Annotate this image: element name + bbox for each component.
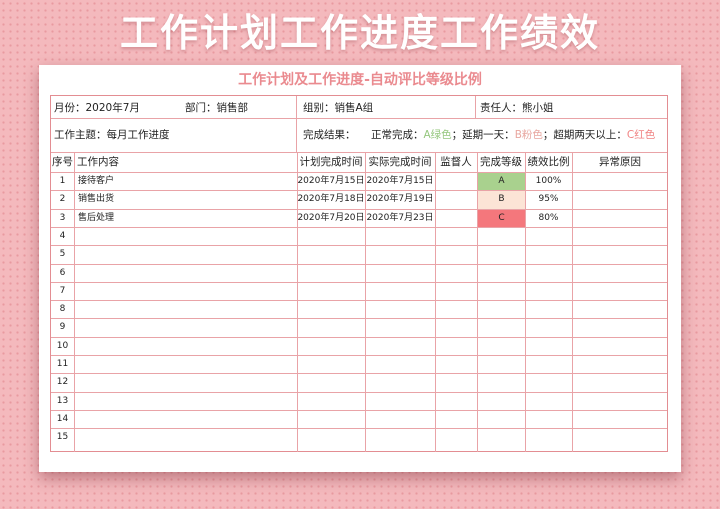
- actual-date-cell[interactable]: 2020年7月19日: [365, 190, 435, 208]
- header-6: 绩效比例: [527, 156, 570, 168]
- row-divider: [51, 336, 667, 338]
- header-2: 计划完成时间: [299, 156, 363, 168]
- row-number: 12: [56, 377, 69, 388]
- supervisor-cell[interactable]: [435, 190, 477, 208]
- row-divider: [51, 391, 667, 393]
- row-divider: [51, 118, 667, 119]
- completion-level-B[interactable]: B: [478, 191, 525, 209]
- header-7: 异常原因: [599, 156, 641, 168]
- plan-date-cell[interactable]: 2020年7月15日: [297, 172, 365, 190]
- row-number: 13: [56, 395, 69, 406]
- row-number: 4: [59, 230, 66, 241]
- row-number: 9: [59, 322, 66, 333]
- header-0: 序号: [52, 156, 73, 168]
- col-divider: [475, 96, 476, 118]
- work-content-cell[interactable]: 售后处理: [78, 209, 298, 227]
- row-number: 6: [59, 267, 66, 278]
- exception-reason-cell[interactable]: [572, 172, 668, 190]
- owner-cell[interactable]: 责任人：熊小姐: [480, 101, 554, 115]
- header-3: 实际完成时间: [368, 156, 432, 168]
- row-divider: [51, 409, 667, 411]
- header-5: 完成等级: [480, 156, 522, 168]
- completion-level-C[interactable]: C: [478, 209, 525, 227]
- plan-date-cell[interactable]: 2020年7月20日: [297, 209, 365, 227]
- actual-date-cell[interactable]: 2020年7月15日: [365, 172, 435, 190]
- delay-label: ；延期一天：: [451, 129, 515, 141]
- row-divider: [51, 318, 667, 320]
- completion-level-A[interactable]: A: [478, 173, 525, 191]
- result-label[interactable]: 完成结果：: [303, 128, 356, 142]
- row-number: 14: [56, 413, 69, 424]
- work-content-cell[interactable]: 销售出货: [78, 190, 298, 208]
- header-4: 监督人: [440, 156, 472, 168]
- row-number: 5: [59, 249, 66, 260]
- header-1: 工作内容: [77, 156, 119, 168]
- col-divider: [74, 152, 75, 452]
- row-number: 7: [59, 285, 66, 296]
- performance-ratio-cell[interactable]: 80%: [525, 209, 572, 227]
- group-cell[interactable]: 组别：销售A组: [303, 101, 373, 115]
- row-number: 1: [59, 176, 66, 186]
- row-number: 10: [56, 340, 69, 351]
- supervisor-cell[interactable]: [435, 209, 477, 227]
- performance-ratio-cell[interactable]: 95%: [525, 190, 572, 208]
- row-divider: [51, 300, 667, 302]
- row-number: 8: [59, 304, 66, 315]
- row-divider: [51, 355, 667, 356]
- row-number: 11: [56, 359, 69, 369]
- row-divider: [51, 373, 667, 375]
- row-divider: [51, 263, 667, 265]
- work-plan-table: 月份：2020年7月 部门：销售部 组别：销售A组 责任人：熊小姐 工作主题：每…: [50, 95, 668, 452]
- exception-reason-cell[interactable]: [572, 209, 668, 227]
- row-divider: [51, 226, 667, 228]
- exception-reason-cell[interactable]: [572, 190, 668, 208]
- normal-value: A绿色: [423, 129, 452, 141]
- spreadsheet: 工作计划及工作进度-自动评比等级比例 月份：2020年7月 部门：销售部 组别：…: [39, 65, 681, 472]
- supervisor-cell[interactable]: [435, 172, 477, 190]
- delay-value: B粉色: [514, 129, 543, 141]
- dept-cell[interactable]: 部门：销售部: [185, 101, 248, 115]
- banner-title: 工作计划工作进度工作绩效: [119, 11, 600, 55]
- work-content-cell[interactable]: 接待客户: [78, 172, 298, 190]
- row-divider: [51, 245, 667, 247]
- row-divider: [51, 281, 667, 283]
- row-divider: [51, 428, 667, 430]
- row-number: 15: [56, 432, 69, 443]
- over-value: C红色: [626, 129, 656, 141]
- month-cell[interactable]: 月份：2020年7月: [54, 101, 140, 115]
- normal-label: 正常完成：: [371, 129, 424, 141]
- over-label: ；超期两天以上：: [542, 129, 627, 141]
- performance-ratio-cell[interactable]: 100%: [525, 172, 572, 190]
- row-number: 2: [59, 194, 66, 205]
- plan-date-cell[interactable]: 2020年7月18日: [297, 190, 365, 208]
- row-number: 3: [59, 212, 66, 223]
- result-legend[interactable]: 正常完成：A绿色；延期一天：B粉色；超期两天以上：C红色: [371, 128, 655, 142]
- actual-date-cell[interactable]: 2020年7月23日: [365, 209, 435, 227]
- sheet-title: 工作计划及工作进度-自动评比等级比例: [238, 72, 482, 88]
- col-divider: [296, 96, 297, 118]
- col-divider: [296, 118, 297, 152]
- theme-cell[interactable]: 工作主题：每月工作进度: [54, 128, 170, 142]
